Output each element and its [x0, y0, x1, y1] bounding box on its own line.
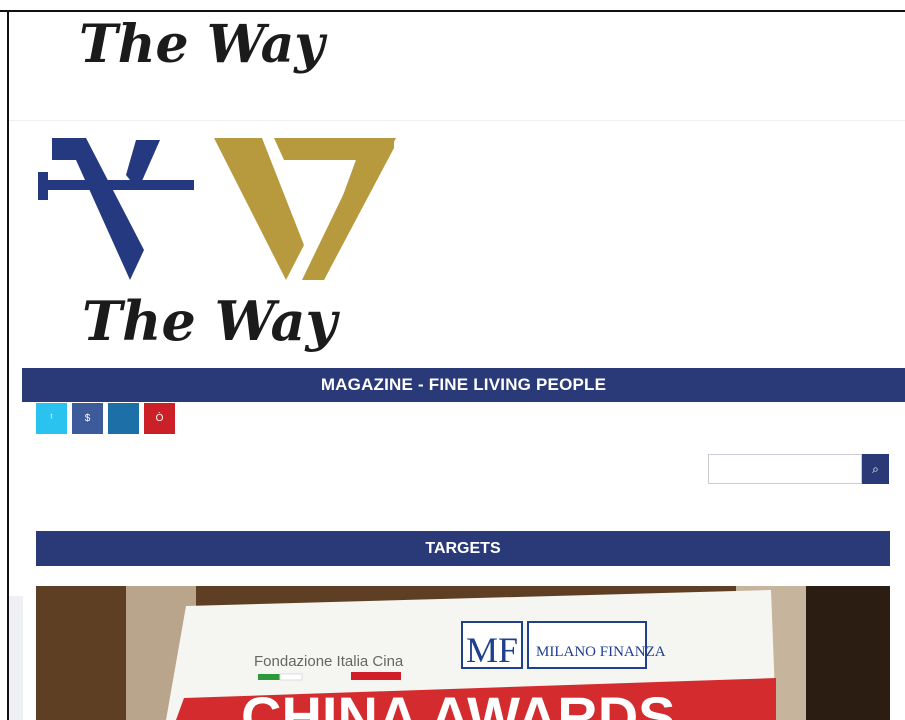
facebook-icon[interactable]: $ — [72, 403, 103, 434]
tagline-bar: MAGAZINE - FINE LIVING PEOPLE — [22, 368, 905, 402]
social-links: ᵗ $ Ò — [36, 403, 175, 434]
search-icon: ⌕ — [872, 461, 879, 476]
section-title: TARGETS — [425, 539, 501, 557]
tagline-text: MAGAZINE - FINE LIVING PEOPLE — [320, 375, 607, 394]
pinterest-glyph: Ò — [155, 413, 164, 424]
search-button[interactable]: ⌕ — [862, 454, 889, 484]
sign-mf-text: MF — [466, 630, 518, 670]
twitter-glyph: ᵗ — [50, 413, 53, 424]
linkedin-icon[interactable] — [108, 403, 139, 434]
header-logo-script[interactable]: The Way — [79, 12, 339, 80]
section-header: TARGETS — [36, 531, 890, 566]
twitter-icon[interactable]: ᵗ — [36, 403, 67, 434]
featured-photo: Fondazione Italia Cina MF MILANO FINANZA… — [36, 586, 890, 720]
sign-milano-text: MILANO FINANZA — [536, 644, 666, 660]
site-logo[interactable]: The Way — [34, 130, 404, 360]
featured-image[interactable]: Fondazione Italia Cina MF MILANO FINANZA… — [36, 586, 890, 720]
side-panel-edge — [9, 596, 23, 720]
facebook-glyph: $ — [84, 413, 91, 424]
search-form: ⌕ — [708, 454, 889, 484]
sign-awards-text: CHINA AWARDS — [241, 685, 676, 720]
logo-script-text: The Way — [82, 289, 341, 353]
search-input[interactable] — [708, 454, 862, 484]
sign-foundation-text: Fondazione Italia Cina — [254, 653, 404, 670]
pinterest-icon[interactable]: Ò — [144, 403, 175, 434]
sticky-header: The Way — [9, 12, 905, 121]
header-logo-text: The Way — [79, 14, 328, 75]
